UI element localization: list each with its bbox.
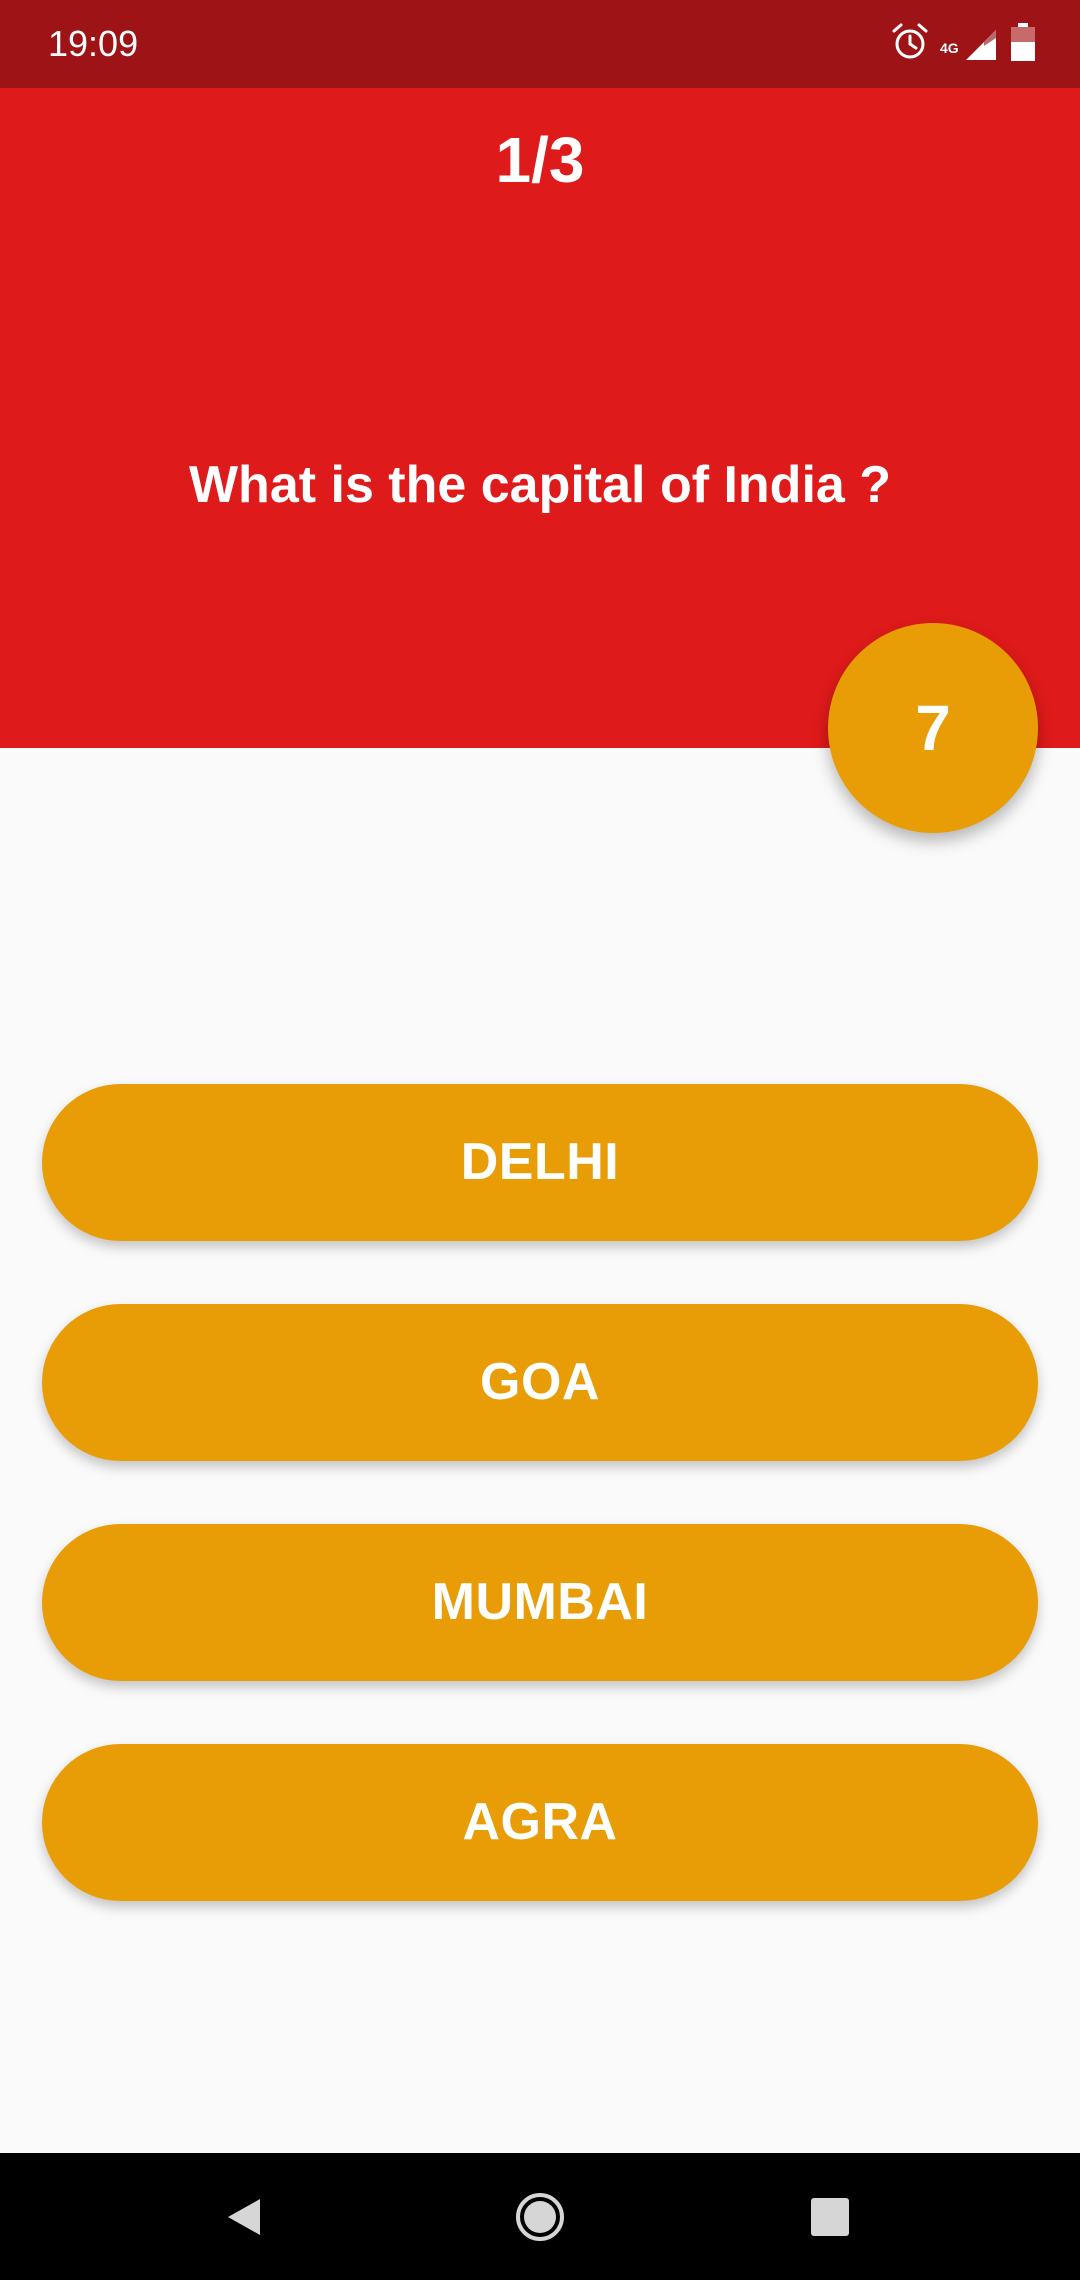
question-text: What is the capital of India ? — [188, 456, 892, 514]
alarm-icon — [890, 22, 930, 67]
answer-button-agra[interactable]: AGRA — [42, 1744, 1038, 1901]
answer-button-delhi[interactable]: DELHI — [42, 1084, 1038, 1241]
recents-icon[interactable] — [788, 2175, 872, 2259]
signal-4g-icon: 4G — [940, 24, 1000, 64]
home-icon[interactable] — [498, 2175, 582, 2259]
navigation-bar — [0, 2153, 1080, 2280]
question-counter: 1/3 — [495, 124, 585, 196]
battery-icon — [1010, 22, 1036, 67]
countdown-timer: 7 — [828, 623, 1038, 833]
answer-button-mumbai[interactable]: MUMBAI — [42, 1524, 1038, 1681]
answer-list: DELHI GOA MUMBAI AGRA — [42, 1084, 1038, 1964]
back-icon[interactable] — [202, 2175, 286, 2259]
status-time: 19:09 — [48, 23, 139, 64]
status-bar: 19:09 4G — [0, 0, 1080, 88]
answer-button-goa[interactable]: GOA — [42, 1304, 1038, 1461]
status-icons: 4G — [880, 22, 1036, 67]
